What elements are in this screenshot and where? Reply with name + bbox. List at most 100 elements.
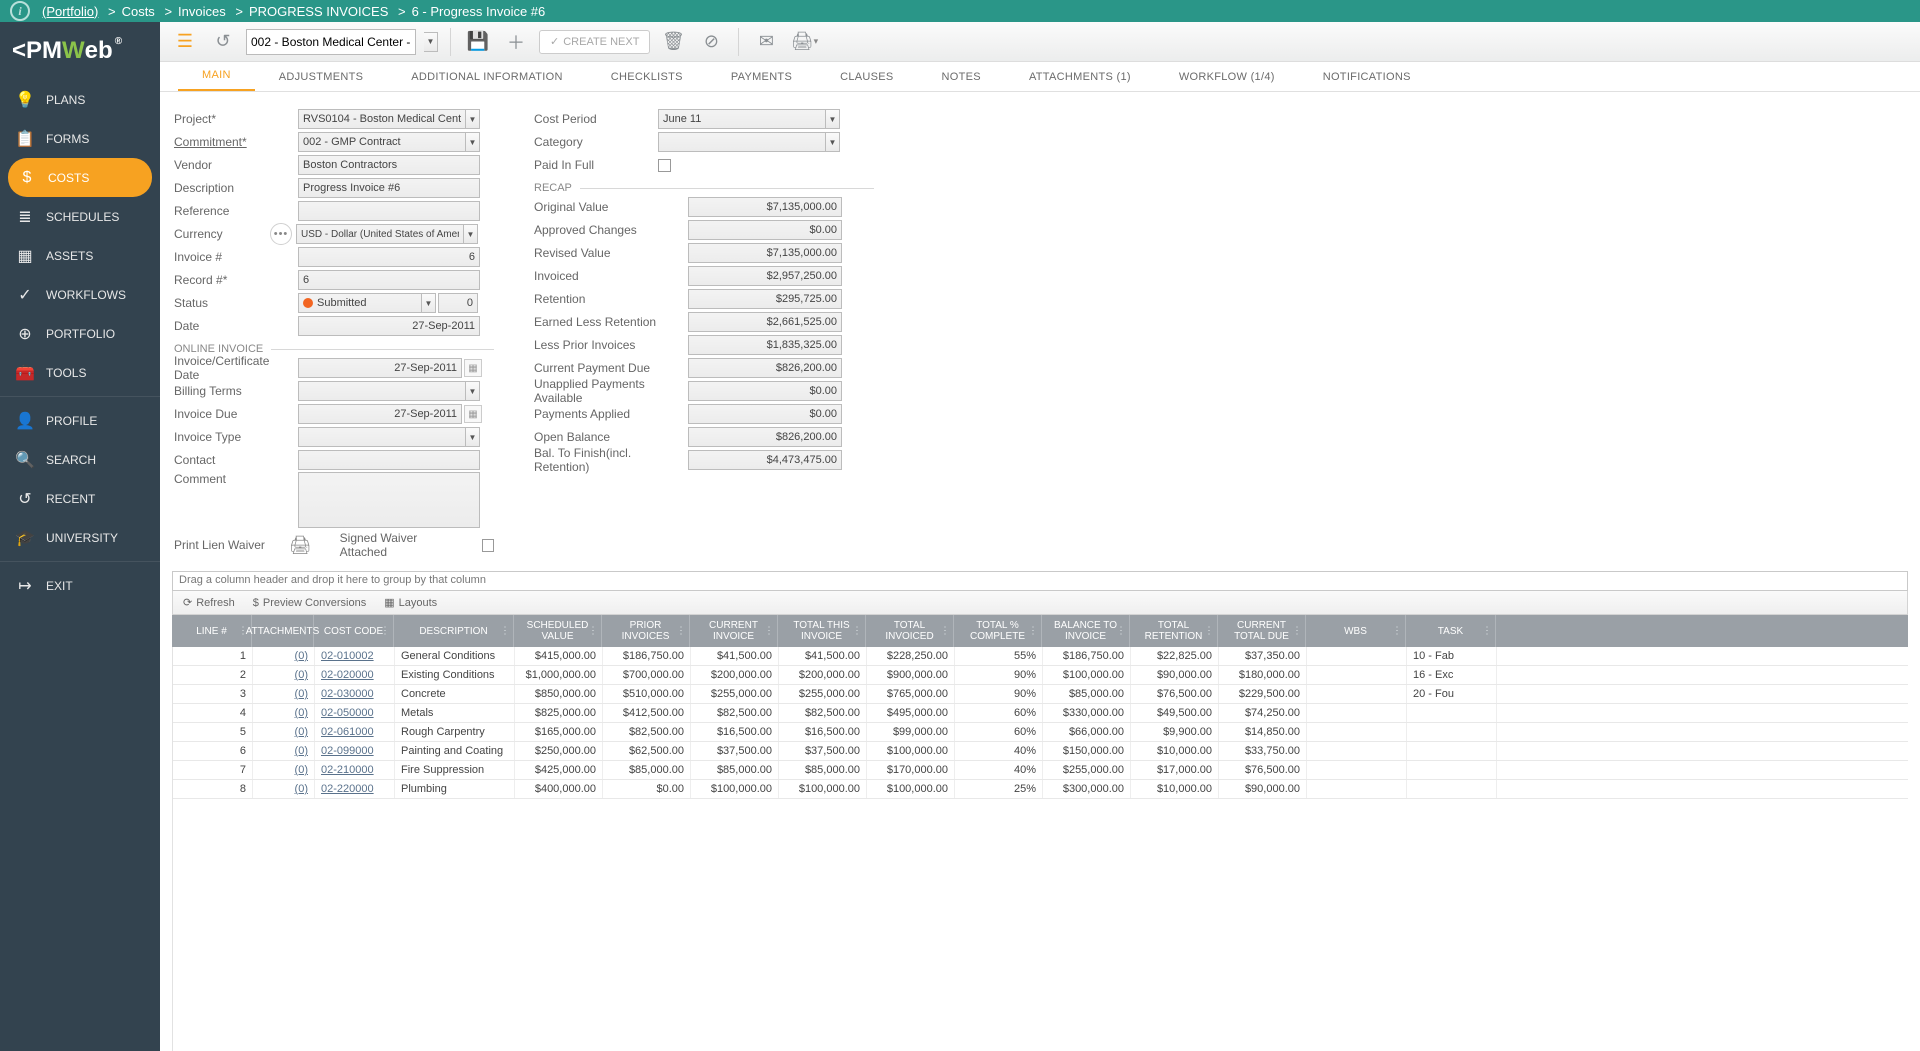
comment-input[interactable] [298, 472, 480, 528]
sidebar-item-tools[interactable]: 🧰TOOLS [0, 353, 160, 392]
column-menu-icon[interactable]: ⋮ [1292, 626, 1302, 637]
invoice-type-drop[interactable]: ▼ [466, 427, 480, 447]
status-extra-input[interactable] [438, 293, 478, 313]
tab-workflow-1-4-[interactable]: WORKFLOW (1/4) [1155, 63, 1299, 91]
attachment-link[interactable]: (0) [295, 688, 308, 700]
tab-additional-information[interactable]: ADDITIONAL INFORMATION [387, 63, 586, 91]
column-menu-icon[interactable]: ⋮ [676, 626, 686, 637]
table-row[interactable]: 2(0)02-020000Existing Conditions$1,000,0… [173, 666, 1908, 685]
tab-clauses[interactable]: CLAUSES [816, 63, 917, 91]
grid-body[interactable]: 1(0)02-010002General Conditions$415,000.… [172, 647, 1908, 1051]
col-header[interactable]: TOTAL THIS INVOICE⋮ [778, 615, 866, 647]
breadcrumb-costs[interactable]: Costs [122, 4, 155, 19]
tab-adjustments[interactable]: ADJUSTMENTS [255, 63, 388, 91]
tab-attachments-1-[interactable]: ATTACHMENTS (1) [1005, 63, 1155, 91]
breadcrumb-progress[interactable]: PROGRESS INVOICES [249, 4, 388, 19]
tab-notes[interactable]: NOTES [918, 63, 1005, 91]
reference-input[interactable] [298, 201, 480, 221]
column-menu-icon[interactable]: ⋮ [380, 626, 390, 637]
delete-icon[interactable]: 🗑 [658, 27, 688, 57]
table-row[interactable]: 3(0)02-030000Concrete$850,000.00$510,000… [173, 685, 1908, 704]
attachment-link[interactable]: (0) [295, 745, 308, 757]
table-row[interactable]: 6(0)02-099000Painting and Coating$250,00… [173, 742, 1908, 761]
project-input[interactable] [298, 109, 466, 129]
attachment-link[interactable]: (0) [295, 764, 308, 776]
status-drop[interactable]: ▼ [422, 293, 436, 313]
preview-conversions-button[interactable]: $ Preview Conversions [253, 597, 366, 609]
print-lien-icon[interactable]: 🖨 [289, 535, 312, 556]
cost-code-link[interactable]: 02-010002 [321, 650, 374, 662]
sidebar-item-forms[interactable]: 📋FORMS [0, 119, 160, 158]
column-menu-icon[interactable]: ⋮ [1116, 626, 1126, 637]
table-row[interactable]: 1(0)02-010002General Conditions$415,000.… [173, 647, 1908, 666]
col-header[interactable]: LINE #⋮ [172, 615, 252, 647]
billing-terms-input[interactable] [298, 381, 466, 401]
column-menu-icon[interactable]: ⋮ [852, 626, 862, 637]
vendor-input[interactable] [298, 155, 480, 175]
tab-checklists[interactable]: CHECKLISTS [587, 63, 707, 91]
invoice-no-input[interactable] [298, 247, 480, 267]
signed-waiver-checkbox[interactable] [482, 539, 494, 552]
project-selector-drop[interactable]: ▼ [424, 32, 438, 52]
table-row[interactable]: 8(0)02-220000Plumbing$400,000.00$0.00$10… [173, 780, 1908, 799]
history-icon[interactable]: ↺ [208, 27, 238, 57]
column-menu-icon[interactable]: ⋮ [1482, 626, 1492, 637]
description-input[interactable] [298, 178, 480, 198]
sidebar-item-workflows[interactable]: ✓WORKFLOWS [0, 275, 160, 314]
date-input[interactable] [298, 316, 480, 336]
col-header[interactable]: TOTAL RETENTION⋮ [1130, 615, 1218, 647]
save-icon[interactable]: 💾 [463, 27, 493, 57]
add-icon[interactable]: ＋ [501, 27, 531, 57]
col-header[interactable]: SCHEDULED VALUE⋮ [514, 615, 602, 647]
column-menu-icon[interactable]: ⋮ [300, 626, 310, 637]
project-selector[interactable] [246, 29, 416, 55]
attachment-link[interactable]: (0) [295, 726, 308, 738]
currency-input[interactable] [296, 224, 464, 244]
billing-terms-drop[interactable]: ▼ [466, 381, 480, 401]
cost-code-link[interactable]: 02-030000 [321, 688, 374, 700]
category-drop[interactable]: ▼ [826, 132, 840, 152]
breadcrumb-invoices[interactable]: Invoices [178, 4, 226, 19]
paid-in-full-checkbox[interactable] [658, 159, 671, 172]
attachment-link[interactable]: (0) [295, 783, 308, 795]
list-icon[interactable]: ☰ [170, 27, 200, 57]
sidebar-item-portfolio[interactable]: ⊕PORTFOLIO [0, 314, 160, 353]
cost-code-link[interactable]: 02-061000 [321, 726, 374, 738]
column-menu-icon[interactable]: ⋮ [588, 626, 598, 637]
attachment-link[interactable]: (0) [295, 669, 308, 681]
breadcrumb-root[interactable]: (Portfolio) [42, 4, 98, 19]
column-menu-icon[interactable]: ⋮ [1204, 626, 1214, 637]
sidebar-item-assets[interactable]: ▦ASSETS [0, 236, 160, 275]
col-header[interactable]: TASK⋮ [1406, 615, 1496, 647]
commitment-drop[interactable]: ▼ [466, 132, 480, 152]
attachment-link[interactable]: (0) [295, 707, 308, 719]
email-icon[interactable]: ✉ [751, 27, 781, 57]
table-row[interactable]: 4(0)02-050000Metals$825,000.00$412,500.0… [173, 704, 1908, 723]
sidebar-item-costs[interactable]: $COSTS [8, 158, 152, 197]
cost-period-drop[interactable]: ▼ [826, 109, 840, 129]
cost-code-link[interactable]: 02-220000 [321, 783, 374, 795]
calendar-icon[interactable]: ▦ [464, 359, 482, 377]
currency-more-icon[interactable]: ••• [270, 223, 292, 245]
sidebar-item-schedules[interactable]: ≣SCHEDULES [0, 197, 160, 236]
currency-drop[interactable]: ▼ [464, 224, 478, 244]
cost-code-link[interactable]: 02-099000 [321, 745, 374, 757]
commitment-input[interactable] [298, 132, 466, 152]
col-header[interactable]: DESCRIPTION⋮ [394, 615, 514, 647]
cost-code-link[interactable]: 02-050000 [321, 707, 374, 719]
create-next-button[interactable]: ✓ CREATE NEXT [539, 30, 650, 54]
invoice-type-input[interactable] [298, 427, 466, 447]
column-menu-icon[interactable]: ⋮ [500, 626, 510, 637]
col-header[interactable]: CURRENT INVOICE⋮ [690, 615, 778, 647]
tab-notifications[interactable]: NOTIFICATIONS [1299, 63, 1435, 91]
col-header[interactable]: TOTAL INVOICED⋮ [866, 615, 954, 647]
cost-code-link[interactable]: 02-020000 [321, 669, 374, 681]
contact-input[interactable] [298, 450, 480, 470]
calendar-icon-2[interactable]: ▦ [464, 405, 482, 423]
commitment-label[interactable]: Commitment* [174, 135, 298, 149]
sidebar-item-plans[interactable]: 💡PLANS [0, 80, 160, 119]
project-drop[interactable]: ▼ [466, 109, 480, 129]
invoice-due-input[interactable] [298, 404, 462, 424]
sidebar-item-profile[interactable]: 👤PROFILE [0, 401, 160, 440]
sidebar-item-university[interactable]: 🎓UNIVERSITY [0, 518, 160, 557]
